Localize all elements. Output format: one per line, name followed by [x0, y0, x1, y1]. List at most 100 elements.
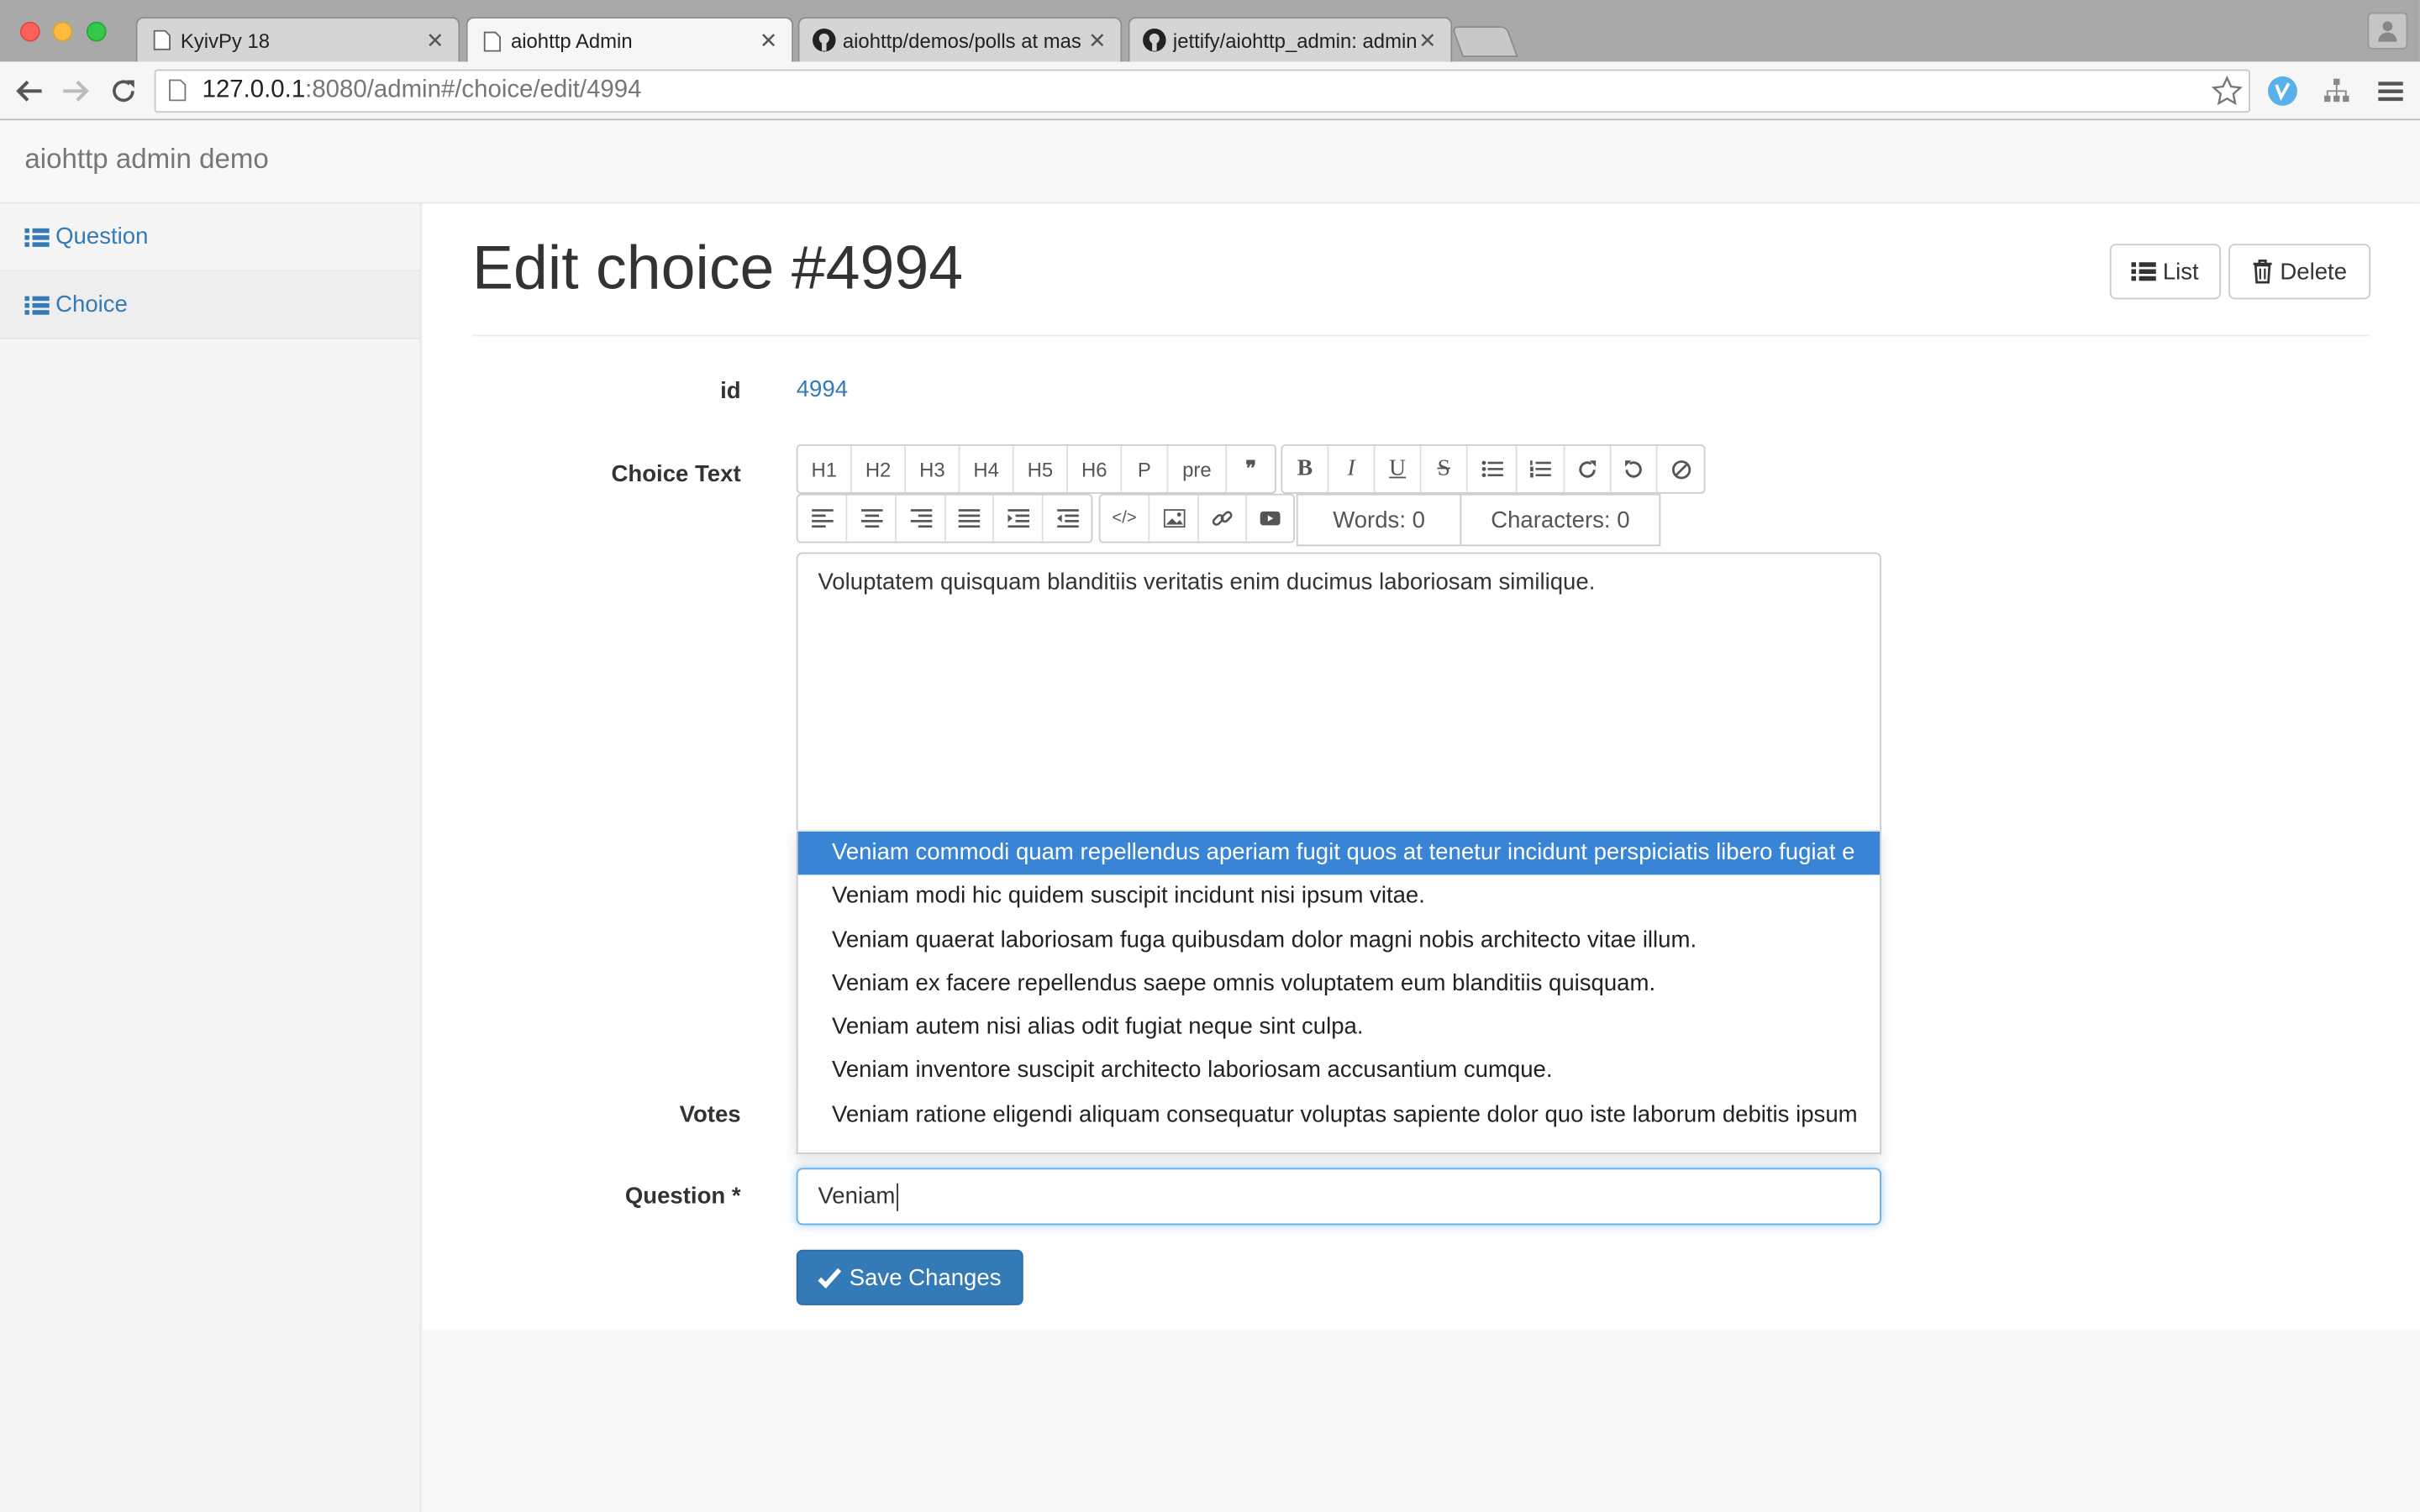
suggestion-item[interactable]: Veniam ratione eligendi aliquam consequa… [798, 1094, 1881, 1137]
pre-button[interactable]: pre [1168, 445, 1228, 492]
bookmark-star-icon[interactable] [2211, 75, 2243, 114]
clear-format-icon[interactable] [1657, 445, 1704, 492]
paragraph-button[interactable]: P [1122, 445, 1169, 492]
votes-label: Votes [679, 1101, 741, 1128]
align-justify-icon[interactable] [945, 495, 994, 542]
sidebar-item-label: Question [55, 223, 149, 250]
h3-button[interactable]: H3 [906, 445, 960, 492]
profile-icon[interactable] [2367, 12, 2408, 50]
suggestion-item[interactable]: Veniam autem nisi alias odit fugiat nequ… [798, 1006, 1881, 1050]
redo-icon[interactable] [1565, 445, 1612, 492]
word-count: Words: 0 [1296, 493, 1462, 547]
forward-icon[interactable] [59, 74, 92, 108]
h4-button[interactable]: H4 [960, 445, 1014, 492]
tab-title: jettify/aiohttp_admin: admin [1172, 28, 1418, 52]
close-icon[interactable]: ✕ [1417, 27, 1439, 53]
minimize-window-button[interactable] [52, 21, 73, 42]
page-icon [480, 29, 504, 53]
browser-tab-aiohttp-admin[interactable]: aiohttp Admin ✕ [466, 17, 794, 64]
delete-button[interactable]: Delete [2228, 244, 2371, 300]
suggestion-item[interactable]: Veniam commodi quam repellendus aperiam … [797, 831, 1881, 875]
tab-title: aiohttp Admin [510, 29, 633, 53]
back-icon[interactable] [13, 74, 46, 108]
indent-icon[interactable] [993, 495, 1044, 542]
underline-icon[interactable]: U [1375, 445, 1422, 492]
close-icon[interactable]: ✕ [424, 27, 446, 53]
h2-button[interactable]: H2 [851, 445, 907, 492]
bold-icon[interactable]: B [1282, 445, 1329, 492]
align-left-icon[interactable] [797, 495, 848, 542]
close-icon[interactable]: ✕ [758, 28, 780, 54]
suggestion-item[interactable]: Veniam inventore suscipit architecto lab… [798, 1050, 1881, 1094]
align-center-icon[interactable] [847, 495, 897, 542]
sidebar-item-question[interactable]: Question [0, 203, 420, 272]
h6-button[interactable]: H6 [1067, 445, 1123, 492]
id-label: id [720, 377, 741, 405]
sidebar: Question Choice [0, 203, 422, 1512]
format-button-group: B I U S [1281, 444, 1706, 494]
extension-icon[interactable] [2265, 74, 2299, 108]
new-tab-button[interactable] [1451, 26, 1518, 57]
video-icon[interactable] [1247, 495, 1294, 542]
list-button-label: List [2162, 258, 2199, 285]
page-icon [168, 79, 190, 103]
delete-button-label: Delete [2280, 258, 2348, 285]
app-window: KyivPy 18 ✕ aiohttp Admin ✕ aiohttp/demo… [0, 0, 2420, 1512]
question-label: Question * [624, 1183, 741, 1210]
text-caret [897, 1182, 899, 1210]
list-icon [2132, 260, 2157, 282]
bullet-list-icon[interactable] [1467, 445, 1518, 492]
quote-button[interactable]: ❞ [1227, 445, 1276, 492]
undo-icon[interactable] [1611, 445, 1658, 492]
question-input-value: Veniam [818, 1183, 896, 1210]
italic-icon[interactable]: I [1328, 445, 1376, 492]
menu-icon[interactable] [2374, 74, 2407, 108]
browser-tab-polls[interactable]: aiohttp/demos/polls at mas ✕ [797, 17, 1123, 62]
page-icon [150, 28, 174, 52]
align-right-icon[interactable] [897, 495, 946, 542]
suggestion-item[interactable]: Veniam quaerat laboriosam fuga quibusdam… [798, 919, 1881, 963]
save-changes-button[interactable]: Save Changes [796, 1249, 1023, 1305]
close-icon[interactable]: ✕ [1086, 27, 1108, 53]
zoom-window-button[interactable] [86, 21, 107, 42]
brand-link[interactable]: aiohttp admin demo [24, 144, 268, 176]
id-value[interactable]: 4994 [797, 376, 848, 402]
browser-tabstrip: KyivPy 18 ✕ aiohttp Admin ✕ aiohttp/demo… [0, 0, 2420, 64]
strikethrough-icon[interactable]: S [1421, 445, 1468, 492]
link-icon[interactable] [1199, 495, 1248, 542]
suggestion-item[interactable]: Veniam ex facere repellendus saepe omnis… [798, 963, 1881, 1006]
sidebar-item-label: Choice [55, 291, 128, 318]
character-count: Characters: 0 [1460, 493, 1661, 547]
insert-button-group: </> [1098, 493, 1295, 543]
url-host: 127.0.0.1 [202, 76, 306, 104]
sitemap-extension-icon[interactable] [2320, 74, 2354, 108]
tab-title: aiohttp/demos/polls at mas [842, 28, 1081, 52]
outdent-icon[interactable] [1043, 495, 1092, 542]
browser-tab-jettify[interactable]: jettify/aiohttp_admin: admin ✕ [1128, 17, 1453, 62]
question-autocomplete-dropdown: Veniam commodi quam repellendus aperiam … [796, 830, 1881, 1154]
github-icon [812, 28, 836, 52]
page-header: Edit choice #4994 List Delete [472, 234, 2371, 337]
question-input[interactable]: Veniam [796, 1168, 1881, 1226]
choice-text-label: Choice Text [611, 461, 741, 488]
address-bar[interactable]: 127.0.0.1:8080/admin#/choice/edit/4994 [154, 69, 2250, 114]
code-icon[interactable]: </> [1100, 495, 1150, 542]
browser-toolbar: 127.0.0.1:8080/admin#/choice/edit/4994 [0, 61, 2420, 121]
image-icon[interactable] [1150, 495, 1200, 542]
close-window-button[interactable] [19, 21, 40, 42]
main-content: Edit choice #4994 List Delete id 4994 Ch… [423, 203, 2420, 1331]
tab-title: KyivPy 18 [180, 28, 271, 52]
list-icon [24, 294, 50, 316]
page-title: Edit choice #4994 [472, 234, 964, 302]
numbered-list-icon[interactable] [1517, 445, 1565, 492]
reload-icon[interactable] [107, 74, 140, 108]
h1-button[interactable]: H1 [797, 445, 852, 492]
sidebar-item-choice[interactable]: Choice [0, 271, 420, 340]
list-button[interactable]: List [2109, 244, 2222, 300]
suggestion-item[interactable]: Veniam modi hic quidem suscipit incidunt… [798, 875, 1881, 919]
list-icon [24, 226, 50, 248]
browser-tab-kyivpy[interactable]: KyivPy 18 ✕ [135, 17, 460, 62]
app-navbar: aiohttp admin demo [0, 120, 2420, 204]
h5-button[interactable]: H5 [1013, 445, 1068, 492]
github-icon [1142, 28, 1166, 52]
